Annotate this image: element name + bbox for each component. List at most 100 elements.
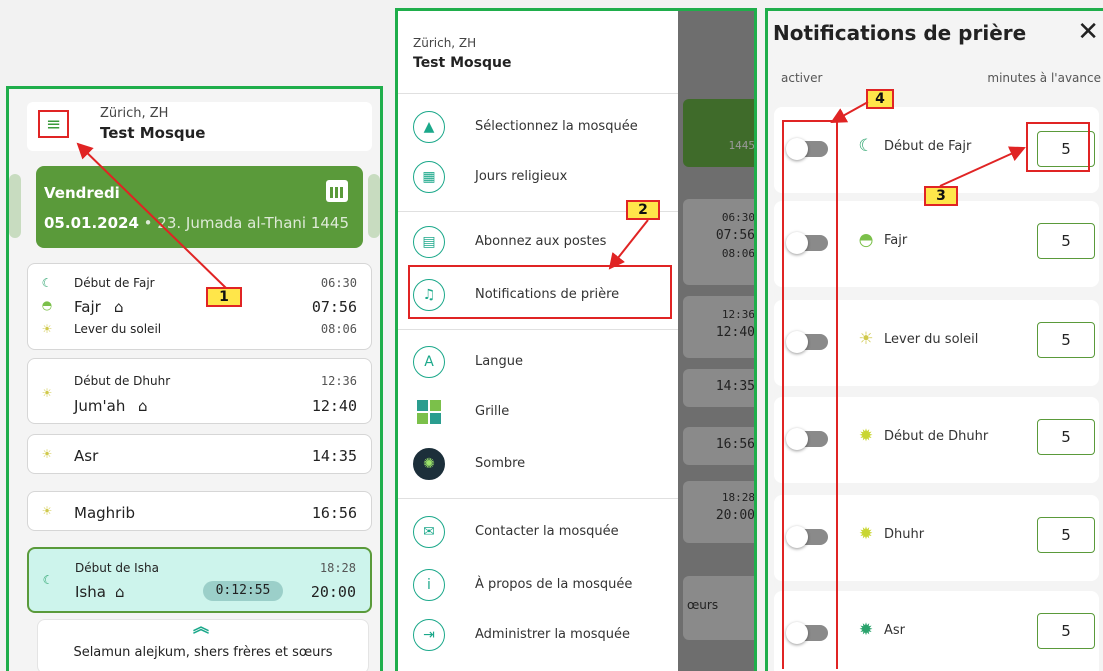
bg-year: 1445 [728,139,755,152]
prayer-row: ☀ Début de Dhuhr 12:36 [28,372,371,400]
annotation-1: 1 [206,287,242,307]
menu-icon[interactable]: ≡ [38,110,69,138]
notification-label: Dhuhr [884,527,925,542]
isha-card: ☾ Début de Isha 18:28 Isha ⌂ 0:12:55 20:00 [27,547,372,613]
menu-label: Contacter la mosquée [475,524,619,539]
notification-label: Début de Dhuhr [884,429,989,444]
menu-about-mosque[interactable]: i À propos de la mosquée [413,569,668,607]
sunrise-icon: ☀ [858,329,874,349]
minutes-input[interactable]: 5 [1037,223,1095,259]
menu-label: Langue [475,354,523,369]
prayer-name: Maghrib [74,504,136,522]
lightbulb-icon: ✺ [413,448,445,480]
prayer-time: 12:40 [311,397,357,415]
drawer-screen: 1445 06:30 07:56 08:06 12:36 12:40 14:35 16… [395,8,757,671]
notification-label: Lever du soleil [884,332,979,347]
bg-card: 18:28 20:00 [683,481,755,543]
prayer-time: 16:56 [311,504,357,522]
menu-select-mosque[interactable]: ▲ Sélectionnez la mosquée [413,111,668,149]
divider [398,498,678,499]
prayer-row: Isha ⌂ 0:12:55 20:00 [29,581,370,601]
sunrise-icon: ◓ [858,230,874,250]
bg-time: 12:36 [721,308,755,321]
hijri-date: • 23. Jumada al-Thani 1445 [138,214,350,232]
sunset-icon: ☀ [41,504,53,518]
bg-time: 20:00 [715,508,755,523]
menu-subscribe-posts[interactable]: ▤ Abonnez aux postes [413,226,668,264]
sun-icon: ✹ [858,620,874,640]
page-title: Notifications de prière [773,21,1027,45]
close-icon[interactable]: ✕ [1077,17,1099,47]
menu-label: Grille [475,404,510,419]
prayer-time: 08:06 [320,322,357,336]
sun-icon: ✹ [858,426,874,446]
maghrib-card: ☀ Maghrib 16:56 [27,491,372,531]
nav-drawer: Zürich, ZH Test Mosque ▲ Sélectionnez la … [398,11,678,671]
date-card: Vendredi 05.01.2024 • 23. Jumada al-Than… [36,166,363,248]
annotation-3: 3 [924,186,958,206]
mosque-icon: ⌂ [138,397,148,415]
mail-icon: ✉ [413,516,445,548]
prayer-name: Isha [75,583,106,601]
prayer-row: ☀ Lever du soleil 08:06 [28,320,371,340]
prayer-name: Fajr [74,298,101,316]
notification-label: Début de Fajr [884,139,972,154]
prev-day-tab[interactable] [9,174,21,238]
column-header-minutes: minutes à l'avance [987,71,1101,85]
prayer-time: 20:00 [310,583,356,601]
annotation-2: 2 [626,200,660,220]
menu-label: Administrer la mosquée [475,627,631,642]
prayer-name: Lever du soleil [74,322,162,336]
menu-religious-days[interactable]: ▦ Jours religieux [413,161,668,199]
menu-label: Jours religieux [475,169,568,184]
prayer-name: Début de Fajr [74,276,155,290]
menu-admin-mosque[interactable]: ⇥ Administrer la mosquée [413,619,668,657]
date-line: 05.01.2024 • 23. Jumada al-Thani 1445 [44,214,349,232]
dhuhr-card: ☀ Début de Dhuhr 12:36 Jum'ah ⌂ 12:40 [27,358,372,424]
prayer-name: Jum'ah [74,397,126,415]
countdown-badge: 0:12:55 [203,581,283,601]
minutes-input[interactable]: 5 [1037,322,1095,358]
minutes-input[interactable]: 5 [1037,517,1095,553]
sun-icon: ☀ [41,447,53,461]
bg-card: 06:30 07:56 08:06 [683,199,755,285]
prayer-row: ☀ Maghrib 16:56 [28,502,371,522]
chevron-up-icon[interactable]: ︽ [193,613,209,637]
header-bar: ≡ Zürich, ZH Test Mosque [27,102,372,151]
minutes-input[interactable]: 5 [1037,419,1095,455]
menu-contact-mosque[interactable]: ✉ Contacter la mosquée [413,516,668,554]
moon-icon: ☾ [41,276,53,290]
bg-card: 12:36 12:40 [683,296,755,358]
mosque-name: Test Mosque [100,124,206,142]
grid-icon [413,396,445,428]
bg-time: 07:56 [715,228,755,243]
divider [398,329,678,330]
bg-date-card: 1445 [683,99,755,167]
menu-dark-mode[interactable]: ✺ Sombre [413,448,668,486]
menu-label: Sombre [475,456,526,471]
menu-language[interactable]: A Langue [413,346,668,384]
news-icon: ▤ [413,226,445,258]
divider [398,93,678,94]
prayer-name: Début de Dhuhr [74,374,171,388]
sunrise-icon: ☀ [41,322,53,336]
prayer-row: ☾ Début de Isha 18:28 [29,559,370,587]
highlight-minutes-input [1026,122,1090,172]
minutes-input[interactable]: 5 [1037,613,1095,649]
menu-grid[interactable]: Grille [413,396,668,434]
prayer-name: Début de Isha [75,561,159,575]
notification-label: Asr [884,623,906,638]
location-label: Zürich, ZH [413,36,477,50]
calendar-icon[interactable] [326,180,348,202]
next-day-tab[interactable] [368,174,380,238]
bg-time: 08:06 [721,247,755,260]
prayer-time: 18:28 [319,561,356,575]
highlight-toggles [782,120,838,669]
info-icon: i [413,569,445,601]
weekday: Vendredi [44,184,120,202]
annotation-4: 4 [866,89,894,109]
prayer-row: Jum'ah ⌂ 12:40 [28,395,371,415]
sunrise-icon: ◓ [41,298,53,312]
mosque-name: Test Mosque [413,55,512,71]
prayer-name: Asr [74,447,99,465]
